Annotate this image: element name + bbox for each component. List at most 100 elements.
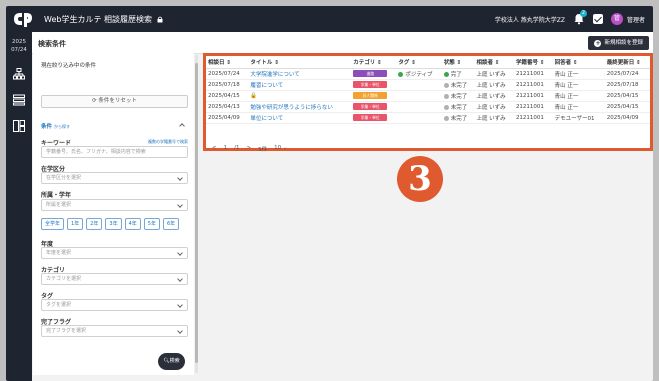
keyword-input[interactable]: 学籍番号、氏名、フリガナ、相談内容で検索 xyxy=(41,146,188,158)
status-dot-icon xyxy=(443,104,449,110)
col-tag[interactable]: タグ ⇕ xyxy=(396,56,442,69)
year-select[interactable]: 年度を選択 xyxy=(41,247,188,259)
per-page-select[interactable]: 10 ⌄ xyxy=(274,145,287,153)
table-row[interactable]: 2025/07/24 大学院進学について 進路 ポジティブ 完了 上庭 いずみ 212110… xyxy=(206,68,650,80)
cell-tag xyxy=(396,101,442,113)
cell-updated: 2025/07/24 xyxy=(604,68,650,80)
col-responder[interactable]: 回答者 ⇕ xyxy=(552,56,605,69)
table-header-row: 相談日 ⇕ タイトル ⇕ カテゴリ ⇕ タグ ⇕ 状態 ⇕ 相談者 ⇕ 学籍番号… xyxy=(206,56,650,69)
cell-title-link[interactable]: 勉強や研究が思うように捗らない xyxy=(248,101,352,113)
cell-date: 2025/04/13 xyxy=(206,101,249,113)
cell-responder: デモユーザー01 xyxy=(552,112,605,124)
app-logo[interactable] xyxy=(12,11,34,27)
notification-bell[interactable]: 2 xyxy=(573,10,587,25)
col-date[interactable]: 相談日 ⇕ xyxy=(206,56,249,69)
cell-student-id: 21211001 xyxy=(513,112,553,124)
search-button[interactable]: 🔍︎検索 xyxy=(158,353,185,370)
cell-updated: 2025/04/09 xyxy=(604,112,650,124)
table-row[interactable]: 2025/04/09 単位について 学業・単位 未完了 上庭 いずみ 21211001 デモ… xyxy=(206,112,650,124)
layout-icon[interactable] xyxy=(13,120,25,132)
cell-student-id: 21211001 xyxy=(513,90,553,102)
current-conditions-label: 現在絞り込み中の条件 xyxy=(41,63,97,69)
affiliation-label: 所属・学年 xyxy=(41,192,72,199)
cell-title-link[interactable]: 🔒 xyxy=(248,90,352,102)
grade-1-button[interactable]: 1年 xyxy=(67,218,84,230)
grade-all-button[interactable]: 全学年 xyxy=(41,218,65,230)
cell-updated: 2025/07/18 xyxy=(604,79,650,91)
table-row[interactable]: 2025/04/13 勉強や研究が思うように捗らない 学業・単位 未完了 上庭 いずみ 2… xyxy=(206,101,650,113)
cell-category: 学業・単位 xyxy=(351,112,397,124)
search-header: 検索条件 + 新規相談を登録 xyxy=(32,32,653,54)
top-right-area: 学校法人 燕丸学院大学ZZ 2 管 管理者 xyxy=(495,10,645,26)
col-title[interactable]: タイトル ⇕ xyxy=(248,56,352,69)
grade-buttons: 全学年 1年 2年 3年 4年 5年 6年 xyxy=(41,218,180,230)
cell-student: 上庭 いずみ xyxy=(474,112,514,124)
cell-updated: 2025/04/15 xyxy=(604,90,650,102)
col-updated[interactable]: 最終更新日 ⇕ xyxy=(604,56,650,69)
next-page-button[interactable]: > xyxy=(246,145,251,153)
category-select[interactable]: カテゴリを選択 xyxy=(41,273,188,285)
per-page-value: 10 xyxy=(274,145,282,151)
cell-status: 未完了 xyxy=(441,112,475,124)
list-icon[interactable] xyxy=(13,94,25,106)
new-consultation-label: 新規相談を登録 xyxy=(604,40,643,46)
cell-student-id: 21211001 xyxy=(513,79,553,91)
grade-5-button[interactable]: 5年 xyxy=(143,218,160,230)
results-table: 相談日 ⇕ タイトル ⇕ カテゴリ ⇕ タグ ⇕ 状態 ⇕ 相談者 ⇕ 学籍番号… xyxy=(206,56,650,124)
search-panel: 現在絞り込み中の条件 ⟳ 条件をリセット 条件 から探す キーワード 複数の学籍番… xyxy=(33,53,194,375)
task-check-icon[interactable] xyxy=(592,14,603,24)
cell-title-link[interactable]: 大学院進学について xyxy=(248,68,352,80)
grade-2-button[interactable]: 2年 xyxy=(86,218,103,230)
category-badge: 学業・単位 xyxy=(353,81,388,88)
reset-conditions-button[interactable]: ⟳ 条件をリセット xyxy=(41,95,188,108)
multi-id-search-link[interactable]: 複数の学籍番号で検索 xyxy=(148,139,188,145)
col-status[interactable]: 状態 ⇕ xyxy=(441,56,475,69)
cell-title-link[interactable]: 単位について xyxy=(248,112,352,124)
avatar: 管 xyxy=(610,13,623,25)
current-page: 1 xyxy=(223,145,228,151)
callout-number-marker: 3 xyxy=(397,156,443,202)
affiliation-select[interactable]: 所属を選択 xyxy=(41,199,188,211)
cell-responder: 青山 正一 xyxy=(552,68,605,80)
tag-select[interactable]: タグを選択 xyxy=(41,299,188,311)
completion-select[interactable]: 完了フラグを選択 xyxy=(41,325,188,337)
enrollment-select[interactable]: 在学区分を選択 xyxy=(41,172,188,184)
cell-student: 上庭 いずみ xyxy=(474,79,514,91)
cell-category: 対人関係 xyxy=(351,90,397,102)
total-pages: /1 xyxy=(234,145,240,151)
cell-tag: ポジティブ xyxy=(396,68,442,80)
cell-responder: 青山 正一 xyxy=(552,101,605,113)
grade-6-button[interactable]: 6年 xyxy=(162,218,180,230)
cell-student-id: 21211001 xyxy=(513,101,553,113)
per-page-label: 5件 xyxy=(258,147,268,153)
category-badge: 学業・単位 xyxy=(353,114,388,121)
cell-student-id: 21211001 xyxy=(513,68,553,80)
rail-year: 2025 xyxy=(12,39,26,45)
page-title: 検索条件 xyxy=(38,40,66,48)
new-consultation-button[interactable]: + 新規相談を登録 xyxy=(588,36,649,50)
chevron-up-icon[interactable] xyxy=(179,123,185,129)
rail-month-day: 07/24 xyxy=(11,47,27,53)
table-row[interactable]: 2025/04/15 🔒 対人関係 未完了 上庭 いずみ 21211001 青山 正一 202… xyxy=(206,90,650,102)
cell-date: 2025/07/24 xyxy=(206,68,249,80)
cell-category: 学業・単位 xyxy=(351,79,397,91)
panel-scrollbar[interactable] xyxy=(195,55,198,373)
prev-page-button[interactable]: < xyxy=(212,145,217,153)
col-student-id[interactable]: 学籍番号 ⇕ xyxy=(513,56,553,69)
left-rail: 2025 07/24 xyxy=(6,32,32,381)
cell-status: 完了 xyxy=(441,68,475,80)
status-label: 未完了 xyxy=(450,115,468,122)
grade-3-button[interactable]: 3年 xyxy=(105,218,122,230)
col-category[interactable]: カテゴリ ⇕ xyxy=(351,56,397,69)
org-chart-icon[interactable] xyxy=(13,68,25,80)
cell-tag xyxy=(396,112,442,124)
grade-4-button[interactable]: 4年 xyxy=(124,218,141,230)
cell-student: 上庭 いずみ xyxy=(474,101,514,113)
table-row[interactable]: 2025/07/18 履習について 学業・単位 未完了 上庭 いずみ 21211001 青山… xyxy=(206,79,650,91)
cell-title-link[interactable]: 履習について xyxy=(248,79,352,91)
cell-tag xyxy=(396,79,442,91)
cell-status: 未完了 xyxy=(441,79,475,91)
reset-label: 条件をリセット xyxy=(98,98,137,104)
col-student[interactable]: 相談者 ⇕ xyxy=(474,56,514,69)
user-menu[interactable]: 管 管理者 xyxy=(610,13,645,25)
